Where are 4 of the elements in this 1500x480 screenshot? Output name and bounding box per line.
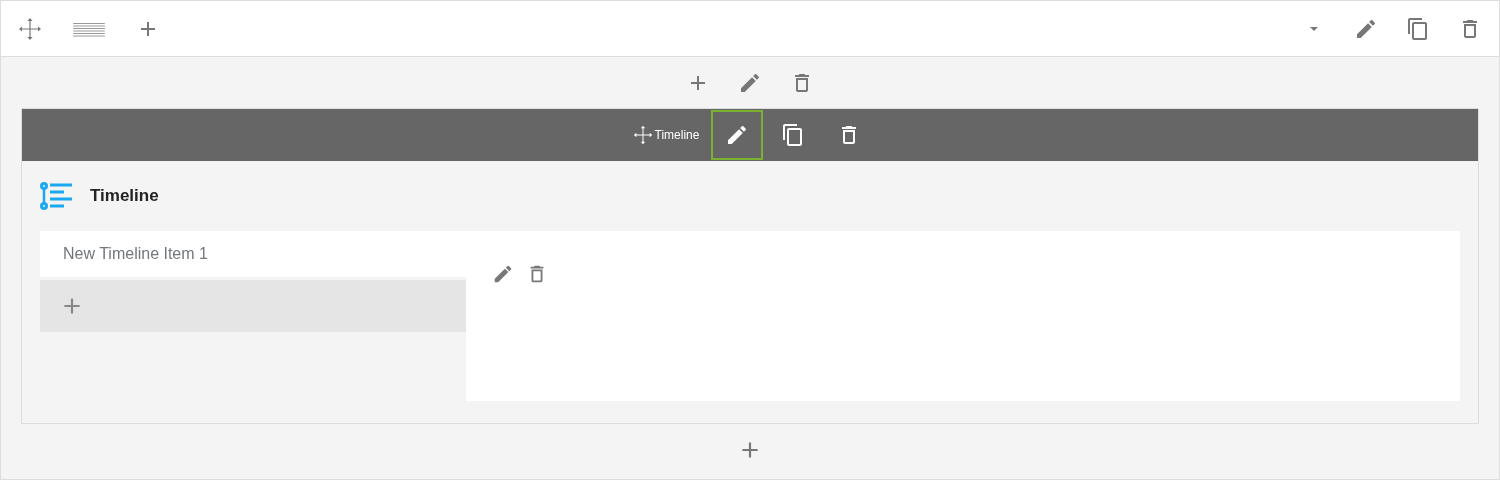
element-title: Timeline [90, 186, 159, 206]
pencil-icon[interactable] [711, 110, 764, 160]
move-handle[interactable]: Timeline [624, 121, 708, 149]
timeline-item-tab[interactable]: New Timeline Item 1 [40, 231, 466, 277]
